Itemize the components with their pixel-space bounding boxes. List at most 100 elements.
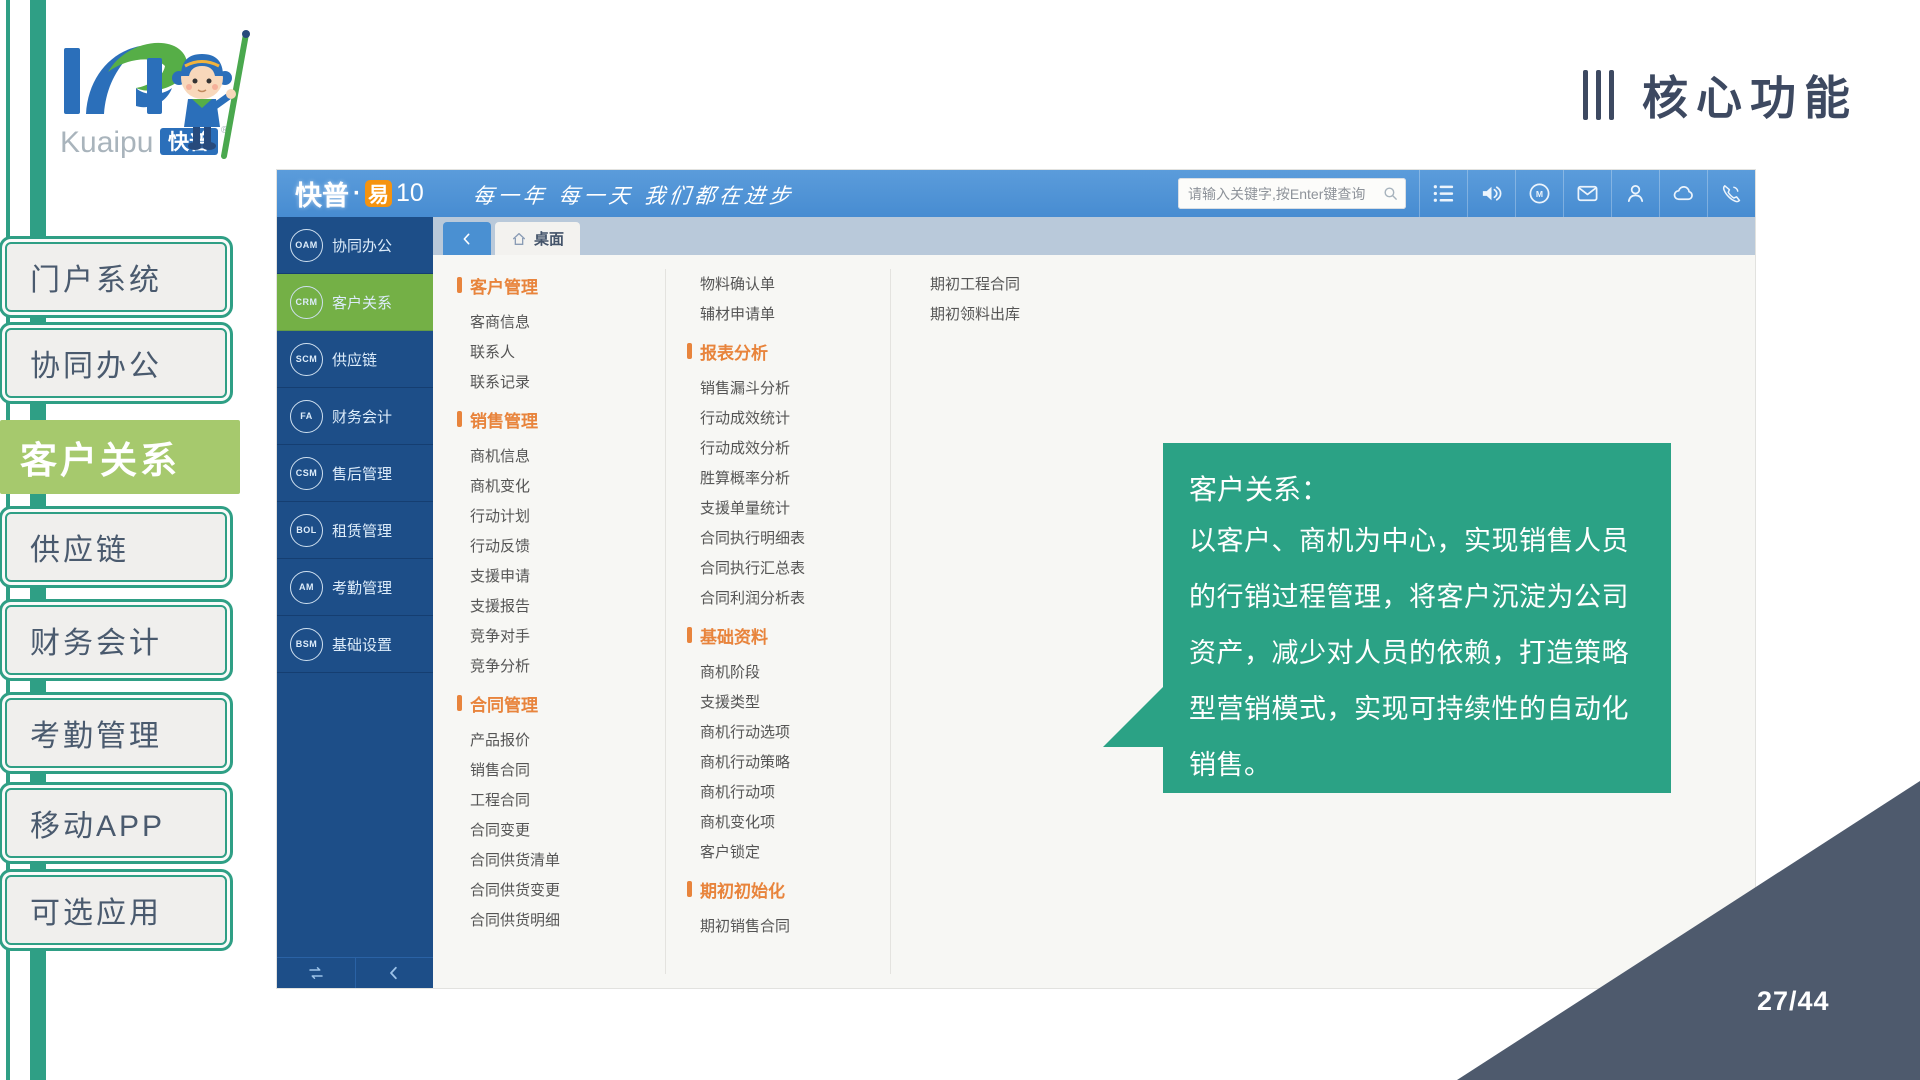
- sidebar-item: 可选应用: [5, 875, 227, 945]
- menu-item[interactable]: 行动计划: [470, 500, 560, 530]
- menu-item[interactable]: 商机信息: [470, 440, 560, 470]
- menu-item[interactable]: 商机变化项: [700, 806, 805, 836]
- nav-badge: FA: [290, 400, 323, 433]
- menu-item[interactable]: 商机行动策略: [700, 746, 805, 776]
- menu-item[interactable]: 商机行动选项: [700, 716, 805, 746]
- page-title: 核心功能: [1642, 62, 1858, 128]
- menu-item[interactable]: 联系记录: [470, 366, 560, 396]
- search-input[interactable]: [1178, 186, 1374, 202]
- back-button[interactable]: [443, 222, 491, 255]
- menu-item[interactable]: 合同利润分析表: [700, 582, 805, 612]
- search-box: [1178, 178, 1406, 209]
- nav-label: 财务会计: [332, 406, 392, 427]
- nav-badge: CSM: [290, 457, 323, 490]
- swap-icon[interactable]: [277, 958, 356, 988]
- menu-item[interactable]: 支援单量统计: [700, 492, 805, 522]
- menu-item[interactable]: 商机变化: [470, 470, 560, 500]
- menu-item[interactable]: 支援类型: [700, 686, 805, 716]
- menu-item[interactable]: 商机阶段: [700, 656, 805, 686]
- nav-item-oam[interactable]: OAM 协同办公: [277, 217, 433, 274]
- menu-column-1: 客户管理客商信息联系人联系记录销售管理商机信息商机变化行动计划行动反馈支援申请支…: [470, 268, 560, 934]
- menu-item[interactable]: 期初领料出库: [930, 298, 1020, 328]
- sidebar-item: 门户系统: [5, 242, 227, 312]
- nav-item-bol[interactable]: BOL租赁管理: [277, 502, 433, 559]
- nav-item-fa[interactable]: FA 财务会计: [277, 388, 433, 445]
- menu-item[interactable]: 工程合同: [470, 784, 560, 814]
- chevron-left-icon[interactable]: [356, 958, 434, 988]
- callout-bubble: 客户关系： 以客户、商机为中心，实现销售人员的行销过程管理，将客户沉淀为公司资产…: [1163, 443, 1671, 793]
- menu-item[interactable]: 行动成效分析: [700, 432, 805, 462]
- tab-bar: 桌面: [433, 217, 1755, 255]
- speaker-icon[interactable]: [1467, 170, 1515, 217]
- nav-item-crm[interactable]: CRM客户关系: [277, 274, 433, 331]
- menu-section: 期初初始化: [700, 872, 805, 906]
- nav-item-bsm[interactable]: BSM 基础设置: [277, 616, 433, 673]
- menu-item[interactable]: 竞争分析: [470, 650, 560, 680]
- section-bar-icon: [457, 695, 462, 711]
- menu-column-3: 期初工程合同期初领料出库: [930, 268, 1020, 328]
- menu-item[interactable]: 联系人: [470, 336, 560, 366]
- menu-item[interactable]: 行动反馈: [470, 530, 560, 560]
- menu-item[interactable]: 商机行动项: [700, 776, 805, 806]
- menu-item[interactable]: 合同变更: [470, 814, 560, 844]
- menu-item[interactable]: 辅材申请单: [700, 298, 805, 328]
- tab-desktop[interactable]: 桌面: [495, 222, 580, 255]
- menu-section: 销售管理: [470, 402, 560, 436]
- menu-section: 基础资料: [700, 618, 805, 652]
- menu-item[interactable]: 行动成效统计: [700, 402, 805, 432]
- mail-icon[interactable]: [1563, 170, 1611, 217]
- column-divider: [665, 269, 666, 974]
- section-bar-icon: [687, 343, 692, 359]
- svg-text:M: M: [1536, 189, 1543, 199]
- nav-item-scm[interactable]: SCM供应链: [277, 331, 433, 388]
- menu-item[interactable]: 期初销售合同: [700, 910, 805, 940]
- nav-label: 基础设置: [332, 634, 392, 655]
- home-icon: [511, 231, 527, 247]
- app-module-nav: OAM 协同办公 CRM客户关系SCM供应链 FA 财务会计 CSM 售后管理 BOL租赁管理…: [277, 217, 433, 988]
- nav-badge: OAM: [290, 229, 323, 262]
- list-icon[interactable]: [1419, 170, 1467, 217]
- menu-section: 客户管理: [470, 268, 560, 302]
- nav-badge: SCM: [290, 343, 323, 376]
- menu-item[interactable]: 期初工程合同: [930, 268, 1020, 298]
- menu-item[interactable]: 合同供货变更: [470, 874, 560, 904]
- callout-body: 以客户、商机为中心，实现销售人员的行销过程管理，将客户沉淀为公司资产，减少对人员…: [1189, 513, 1645, 793]
- menu-item[interactable]: 产品报价: [470, 724, 560, 754]
- user-icon[interactable]: [1611, 170, 1659, 217]
- menu-item[interactable]: 销售合同: [470, 754, 560, 784]
- nav-item-csm[interactable]: CSM 售后管理: [277, 445, 433, 502]
- brand-en-text: Kuaipu: [60, 126, 153, 159]
- phone-icon[interactable]: [1707, 170, 1755, 217]
- menu-item[interactable]: 合同执行明细表: [700, 522, 805, 552]
- nav-label: 协同办公: [332, 235, 392, 256]
- menu-item[interactable]: 支援申请: [470, 560, 560, 590]
- search-icon[interactable]: [1374, 185, 1406, 202]
- nav-label: 考勤管理: [332, 577, 392, 598]
- nav-label: 租赁管理: [332, 520, 392, 541]
- menu-item[interactable]: 胜算概率分析: [700, 462, 805, 492]
- menu-item[interactable]: 竞争对手: [470, 620, 560, 650]
- menu-item[interactable]: 物料确认单: [700, 268, 805, 298]
- menu-item[interactable]: 合同执行汇总表: [700, 552, 805, 582]
- section-bar-icon: [457, 411, 462, 427]
- menu-item[interactable]: 合同供货清单: [470, 844, 560, 874]
- nav-item-am[interactable]: AM考勤管理: [277, 559, 433, 616]
- title-bars-icon: [1583, 70, 1614, 120]
- cloud-icon[interactable]: [1659, 170, 1707, 217]
- im-icon[interactable]: M: [1515, 170, 1563, 217]
- menu-section: 报表分析: [700, 334, 805, 368]
- menu-item[interactable]: 支援报告: [470, 590, 560, 620]
- nav-label: 售后管理: [332, 463, 392, 484]
- menu-item[interactable]: 销售漏斗分析: [700, 372, 805, 402]
- nav-badge: BSM: [290, 628, 323, 661]
- app-brand-name: 快普: [295, 174, 349, 213]
- menu-column-2: 物料确认单辅材申请单报表分析销售漏斗分析行动成效统计行动成效分析胜算概率分析支援…: [700, 268, 805, 940]
- tab-label: 桌面: [534, 228, 564, 249]
- menu-item[interactable]: 客商信息: [470, 306, 560, 336]
- app-tagline: 每一年 每一天 我们都在进步: [471, 180, 796, 210]
- menu-item[interactable]: 客户锁定: [700, 836, 805, 866]
- menu-item[interactable]: 合同供货明细: [470, 904, 560, 934]
- kuaipu-logo: Kuaipu 快普 ®: [52, 26, 272, 171]
- sidebar-item: 财务会计: [5, 605, 227, 675]
- nav-label: 客户关系: [332, 292, 392, 313]
